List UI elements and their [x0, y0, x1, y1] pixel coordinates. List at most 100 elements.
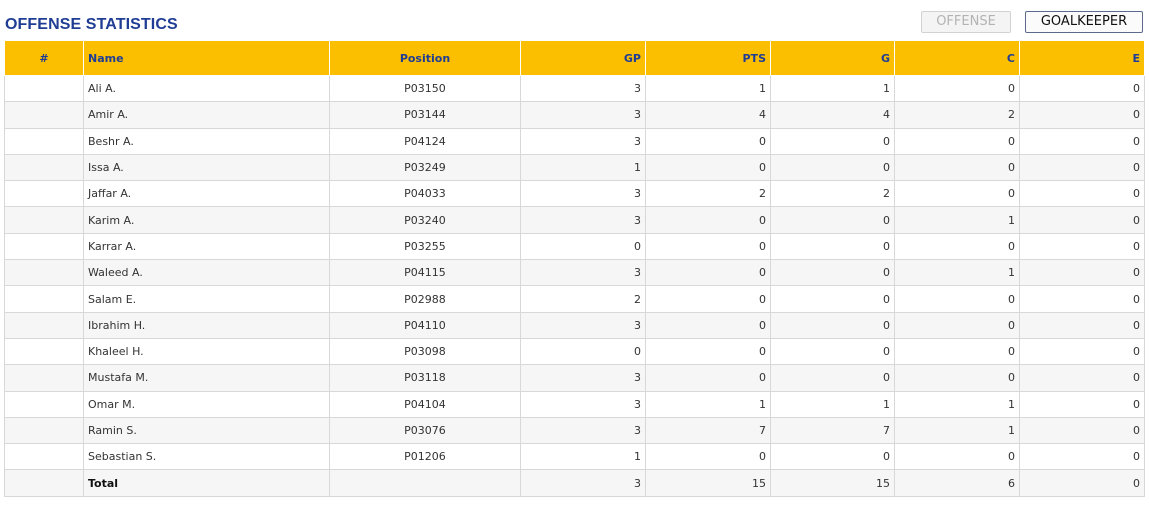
player-name-link[interactable]: Ramin S. [83, 416, 330, 445]
column-header-name[interactable]: Name [83, 40, 330, 76]
cell-num [4, 74, 84, 103]
player-name-link[interactable]: Beshr A. [83, 127, 330, 155]
cell-c: 0 [894, 232, 1020, 261]
total-gp: 3 [520, 469, 646, 498]
cell-pts: 0 [645, 127, 771, 155]
column-header-e[interactable]: E [1019, 40, 1145, 76]
player-name-link[interactable]: Jaffar A. [83, 180, 330, 208]
column-header-g[interactable]: G [770, 40, 895, 76]
cell-c: 0 [894, 127, 1020, 155]
cell-e: 0 [1019, 443, 1145, 471]
cell-e: 0 [1019, 101, 1145, 129]
cell-pts: 0 [645, 153, 771, 182]
cell-g: 0 [770, 443, 895, 471]
column-header-c[interactable]: C [894, 40, 1020, 76]
cell-gp: 3 [520, 416, 646, 445]
cell-g: 0 [770, 127, 895, 155]
cell-e: 0 [1019, 127, 1145, 155]
cell-c: 2 [894, 101, 1020, 129]
cell-e: 0 [1019, 337, 1145, 366]
cell-num [4, 390, 84, 418]
total-num [4, 469, 84, 498]
column-header-pts[interactable]: PTS [645, 40, 771, 76]
cell-position: P04104 [329, 390, 521, 418]
cell-e: 0 [1019, 416, 1145, 445]
cell-position: P04110 [329, 311, 521, 339]
table-row: Khaleel H. P03098 0 0 0 0 0 [4, 337, 1145, 366]
cell-e: 0 [1019, 285, 1145, 313]
cell-gp: 0 [520, 337, 646, 366]
cell-position: P04115 [329, 259, 521, 287]
cell-c: 0 [894, 285, 1020, 313]
cell-g: 0 [770, 232, 895, 261]
cell-gp: 3 [520, 259, 646, 287]
cell-e: 0 [1019, 390, 1145, 418]
player-name-link[interactable]: Ali A. [83, 74, 330, 103]
player-name-link[interactable]: Salam E. [83, 285, 330, 313]
cell-c: 0 [894, 74, 1020, 103]
total-c: 6 [894, 469, 1020, 498]
cell-g: 1 [770, 74, 895, 103]
page-title: OFFENSE STATISTICS [5, 16, 178, 33]
cell-g: 0 [770, 364, 895, 392]
total-pts: 15 [645, 469, 771, 498]
cell-c: 0 [894, 153, 1020, 182]
offense-tab-button[interactable]: OFFENSE [921, 11, 1011, 33]
cell-c: 1 [894, 259, 1020, 287]
table-row: Omar M. P04104 3 1 1 1 0 [4, 390, 1145, 418]
cell-gp: 3 [520, 74, 646, 103]
column-header-position[interactable]: Position [329, 40, 521, 76]
cell-pts: 4 [645, 101, 771, 129]
cell-position: P01206 [329, 443, 521, 471]
cell-position: P03076 [329, 416, 521, 445]
cell-gp: 3 [520, 180, 646, 208]
column-header-num[interactable]: # [4, 40, 84, 76]
player-name-link[interactable]: Issa A. [83, 153, 330, 182]
player-name-link[interactable]: Omar M. [83, 390, 330, 418]
total-row: Total 3 15 15 6 0 [4, 469, 1145, 498]
cell-g: 0 [770, 285, 895, 313]
cell-e: 0 [1019, 232, 1145, 261]
cell-pts: 0 [645, 364, 771, 392]
cell-c: 0 [894, 311, 1020, 339]
cell-pts: 0 [645, 206, 771, 234]
player-name-link[interactable]: Karrar A. [83, 232, 330, 261]
player-name-link[interactable]: Amir A. [83, 101, 330, 129]
cell-gp: 1 [520, 153, 646, 182]
stats-header: OFFENSE STATISTICS OFFENSE GOALKEEPER [0, 0, 1149, 40]
cell-position: P03144 [329, 101, 521, 129]
table-row: Ali A. P03150 3 1 1 0 0 [4, 74, 1145, 103]
cell-e: 0 [1019, 180, 1145, 208]
cell-gp: 3 [520, 311, 646, 339]
goalkeeper-tab-button[interactable]: GOALKEEPER [1025, 11, 1143, 33]
cell-gp: 3 [520, 390, 646, 418]
cell-g: 1 [770, 390, 895, 418]
cell-g: 0 [770, 153, 895, 182]
cell-pts: 1 [645, 74, 771, 103]
cell-num [4, 153, 84, 182]
cell-c: 1 [894, 416, 1020, 445]
player-name-link[interactable]: Karim A. [83, 206, 330, 234]
total-e: 0 [1019, 469, 1145, 498]
table-row: Karrar A. P03255 0 0 0 0 0 [4, 232, 1145, 261]
table-header-row: # Name Position GP PTS G C E [4, 40, 1145, 76]
column-header-gp[interactable]: GP [520, 40, 646, 76]
table-row: Sebastian S. P01206 1 0 0 0 0 [4, 443, 1145, 471]
cell-e: 0 [1019, 153, 1145, 182]
player-name-link[interactable]: Mustafa M. [83, 364, 330, 392]
cell-num [4, 180, 84, 208]
table-row: Beshr A. P04124 3 0 0 0 0 [4, 127, 1145, 155]
player-name-link[interactable]: Waleed A. [83, 259, 330, 287]
cell-pts: 0 [645, 311, 771, 339]
cell-num [4, 285, 84, 313]
cell-g: 2 [770, 180, 895, 208]
player-name-link[interactable]: Ibrahim H. [83, 311, 330, 339]
cell-position: P03240 [329, 206, 521, 234]
cell-pts: 0 [645, 337, 771, 366]
player-name-link[interactable]: Sebastian S. [83, 443, 330, 471]
cell-gp: 3 [520, 364, 646, 392]
cell-position: P03150 [329, 74, 521, 103]
player-name-link[interactable]: Khaleel H. [83, 337, 330, 366]
cell-e: 0 [1019, 206, 1145, 234]
table-row: Amir A. P03144 3 4 4 2 0 [4, 101, 1145, 129]
